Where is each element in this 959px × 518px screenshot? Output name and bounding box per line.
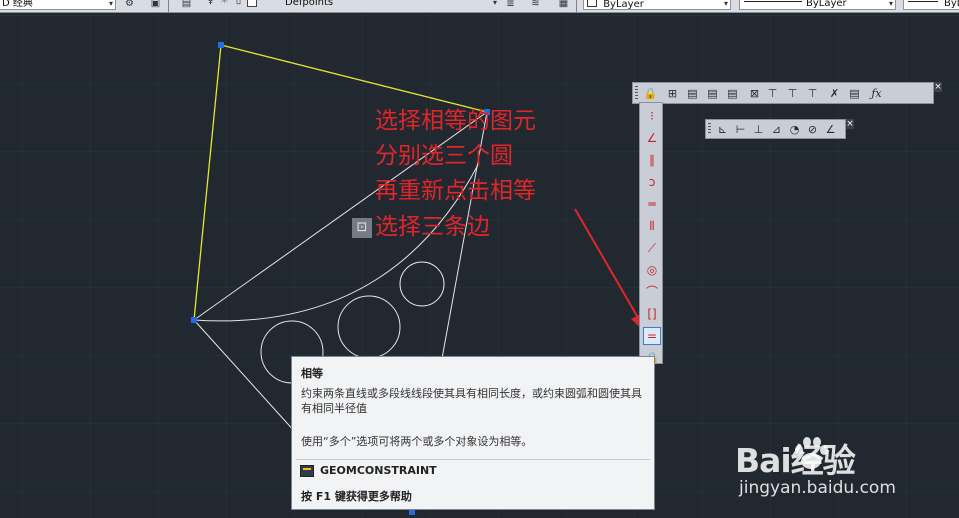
layer-state-icon[interactable]: ▦ (558, 0, 569, 9)
linetype-preview (744, 1, 802, 2)
angular-dim-icon[interactable]: ∠ (822, 121, 839, 138)
layer-dropdown[interactable]: ♀ ☼ ▯ Defpoints ▾ (203, 0, 499, 10)
layer-previous-icon[interactable]: ≋ (530, 0, 541, 9)
horizontal-dim-icon[interactable]: ⊢ (732, 121, 749, 138)
lineweight-preview (908, 1, 938, 2)
delete-constraints-icon[interactable]: ✗ (826, 85, 843, 102)
color-dropdown[interactable]: ByLayer ▾ (583, 0, 731, 10)
workspace-dropdown[interactable]: D 经典 ▾ (0, 0, 116, 10)
top-toolbar-strip: D 经典 ▾ ⚙ ▣ ▤ ♀ ☼ ▯ Defpoints ▾ ≣ ≋ ▦ ByL… (0, 0, 959, 13)
collinear-icon[interactable]: ⟋ (643, 239, 661, 257)
baidu-jingyan-watermark: Bai经验 jingyan.baidu.com (735, 434, 955, 504)
linetype-value: ByLayer (806, 0, 847, 9)
dimensional-toolbar: ⊾ ⊢ ⊥ ⊿ ◔ ⊘ ∠ × (705, 119, 854, 139)
concentric-icon[interactable]: ◎ (643, 261, 661, 279)
chevron-down-icon: ▾ (108, 0, 113, 8)
tooltip-description: 约束两条直线或多段线线段使其具有相同长度，或约束圆弧和圆使其具有相同半径值 (301, 387, 642, 415)
layer-value: Defpoints (285, 0, 334, 8)
tooltip-tip: 使用“多个”选项可将两个或多个对象设为相等。 (301, 435, 533, 448)
grip-top-vertex (218, 42, 224, 48)
command-icon (300, 465, 314, 477)
chevron-down-icon: ▾ (888, 0, 893, 8)
toolbar-separator (168, 0, 169, 12)
tangent-icon[interactable]: ↄ (643, 173, 661, 191)
show-all-icon[interactable]: ▤ (704, 85, 721, 102)
toolbar-grip[interactable] (708, 123, 711, 135)
annotation-line-1: 选择相等的图元 (375, 108, 536, 134)
smooth-icon[interactable]: ⌒ (643, 283, 661, 301)
color-swatch-icon (587, 0, 597, 7)
horizontal-icon[interactable]: ═ (643, 195, 661, 213)
lineweight-value: ByLayer (944, 0, 959, 9)
chevron-down-icon: ▾ (723, 0, 728, 8)
annotation-line-4: 选择三条边 (375, 214, 490, 240)
close-icon[interactable]: × (934, 82, 942, 92)
equal-icon[interactable]: = (643, 327, 661, 345)
annotation-line-3: 再重新点击相等 (375, 178, 536, 204)
layer-manager-icon[interactable]: ▤ (181, 0, 192, 9)
annotation-line-2: 分别选三个圆 (375, 143, 513, 169)
parametric-toolbar: 🔒 ⊞ ▤ ▤ ▤ ⊠ ⊤ ⊤ ⊤ ✗ ▤ ƒx × (632, 82, 942, 104)
symmetric-icon[interactable]: [] (643, 305, 661, 323)
tooltip-divider (296, 459, 650, 460)
radius-dim-icon[interactable]: ◔ (786, 121, 803, 138)
gear-icon[interactable]: ⚙ (124, 0, 135, 9)
match-layer-icon[interactable]: ≣ (505, 0, 516, 9)
dimensional-icon[interactable]: ⊤ (764, 85, 781, 102)
geometric-constraint-toolbar: ⁝ ∠ ∥ ↄ ═ ⫴ ⟋ ◎ ⌒ [] = 🔒 (639, 102, 663, 365)
equal-constraint-tooltip: 相等 约束两条直线或多段线线段使其具有相同长度，或约束圆弧和圆使其具有相同半径值… (291, 356, 655, 510)
vertical-dim-icon[interactable]: ⊥ (750, 121, 767, 138)
toolbar-separator (576, 0, 577, 12)
tooltip-title: 相等 (301, 367, 323, 380)
dimensional-hide-icon[interactable]: ⊤ (804, 85, 821, 102)
toolbar-icon[interactable]: ▣ (150, 0, 161, 9)
parallel-icon[interactable]: ∥ (643, 151, 661, 169)
workspace-value: D 经典 (2, 0, 33, 9)
diameter-dim-icon[interactable]: ⊘ (804, 121, 821, 138)
lock-icon: ▯ (235, 0, 242, 6)
geometric-constraint-icon[interactable]: ⊞ (664, 85, 681, 102)
paw-icon (795, 437, 828, 469)
color-swatch-icon (247, 0, 257, 7)
auto-constrain-icon[interactable]: 🔒 (642, 85, 659, 102)
chevron-down-icon: ▾ (492, 0, 497, 7)
sun-icon: ☼ (220, 0, 229, 6)
parameters-manager-icon[interactable]: ƒx (868, 85, 885, 102)
perpendicular-icon[interactable]: ∠ (643, 129, 661, 147)
grip-left-vertex (191, 317, 197, 323)
constraint-bar-icon[interactable]: ▤ (846, 85, 863, 102)
bulb-icon: ♀ (206, 0, 215, 6)
constraint-lock-icon[interactable]: ⊡ (352, 218, 372, 238)
dimensional-show-icon[interactable]: ⊤ (784, 85, 801, 102)
aligned-dim-icon[interactable]: ⊿ (768, 121, 785, 138)
linetype-dropdown[interactable]: ByLayer ▾ (739, 0, 896, 10)
show-constraints-icon[interactable]: ▤ (684, 85, 701, 102)
tooltip-help: 按 F1 键获得更多帮助 (301, 490, 412, 503)
constraint-settings-icon[interactable]: ⊠ (746, 85, 763, 102)
linear-dim-icon[interactable]: ⊾ (714, 121, 731, 138)
close-icon[interactable]: × (846, 119, 854, 129)
vertical-icon[interactable]: ⫴ (643, 217, 661, 235)
watermark-url: jingyan.baidu.com (739, 478, 896, 498)
lineweight-dropdown[interactable]: ByLayer (903, 0, 959, 10)
toolbar-grip[interactable] (635, 86, 638, 100)
tooltip-command: GEOMCONSTRAINT (320, 464, 437, 477)
hide-all-icon[interactable]: ▤ (724, 85, 741, 102)
color-value: ByLayer (603, 0, 644, 10)
coincident-icon[interactable]: ⁝ (643, 107, 661, 125)
